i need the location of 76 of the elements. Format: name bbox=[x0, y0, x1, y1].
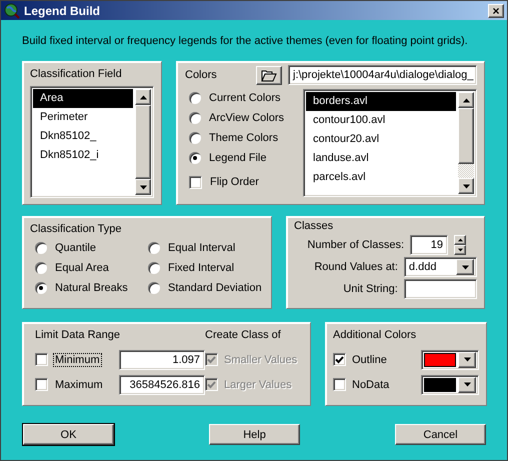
down-arrow-icon bbox=[464, 357, 470, 362]
group-title: Classification Type bbox=[30, 223, 123, 235]
list-item[interactable]: Perimeter bbox=[33, 108, 133, 127]
checkbox[interactable]: Minimum bbox=[35, 350, 101, 370]
checkbox[interactable]: NoData bbox=[333, 374, 390, 394]
list-box[interactable]: Area Perimeter Dkn85102_ Dkn85102_i bbox=[30, 86, 154, 198]
radio-button[interactable]: Equal Area bbox=[35, 258, 148, 278]
dialog-button[interactable]: OK bbox=[23, 424, 114, 445]
up-arrow-icon bbox=[462, 98, 470, 102]
radio-button[interactable]: Natural Breaks bbox=[35, 278, 148, 298]
scroll-thumb[interactable] bbox=[458, 108, 474, 164]
up-arrow-icon bbox=[458, 238, 462, 242]
down-arrow-icon bbox=[462, 184, 470, 188]
color-picker[interactable] bbox=[421, 374, 479, 394]
list-item[interactable]: Dkn85102_i bbox=[33, 146, 133, 165]
list-item[interactable]: borders.avl bbox=[306, 92, 456, 111]
down-arrow-icon bbox=[464, 382, 470, 387]
dropdown[interactable]: d.ddd bbox=[404, 257, 477, 277]
window-title: Legend Build bbox=[24, 4, 101, 18]
group-title: Limit Data Range bbox=[34, 329, 121, 343]
dropdown-arrow-button[interactable] bbox=[456, 259, 474, 275]
radio-button[interactable]: Standard Deviation bbox=[148, 278, 264, 298]
dropdown-arrow-button[interactable] bbox=[458, 376, 476, 392]
open-folder-button[interactable] bbox=[256, 66, 282, 84]
dialog-button[interactable]: Help bbox=[209, 424, 300, 445]
number-field[interactable]: 19 bbox=[410, 235, 448, 255]
radio-button[interactable]: Current Colors bbox=[189, 88, 297, 108]
list-item[interactable]: parcels.avl bbox=[306, 168, 456, 187]
scroll-down-button[interactable] bbox=[458, 178, 474, 194]
down-arrow-icon bbox=[462, 264, 468, 270]
radio-button[interactable]: Legend File bbox=[189, 148, 297, 168]
group-title: Colors bbox=[184, 69, 218, 81]
close-button[interactable]: × bbox=[488, 4, 504, 18]
radio-button[interactable]: Fixed Interval bbox=[148, 258, 264, 278]
radio-button[interactable]: Quantile bbox=[35, 238, 148, 258]
field-label: Round Values at: bbox=[313, 261, 398, 273]
checkbox[interactable]: Maximum bbox=[35, 374, 104, 394]
scroll-up-button[interactable] bbox=[458, 92, 474, 108]
list-item[interactable]: Area bbox=[33, 89, 133, 108]
list-item[interactable]: contour100.avl bbox=[306, 111, 456, 130]
down-arrow-icon bbox=[458, 248, 462, 252]
down-arrow-icon bbox=[140, 184, 146, 190]
dropdown-arrow-button[interactable] bbox=[458, 352, 476, 368]
scroll-thumb[interactable] bbox=[135, 105, 151, 179]
group-title: Classes bbox=[294, 220, 334, 232]
list-box[interactable]: borders.avl contour100.avl contour20.avl landuse.avl parcels.avl bbox=[303, 89, 477, 197]
folder-icon bbox=[261, 68, 277, 82]
scroll-down-button[interactable] bbox=[135, 179, 151, 195]
radio-button[interactable]: Theme Colors bbox=[189, 128, 297, 148]
radio-button[interactable]: ArcView Colors bbox=[189, 108, 297, 128]
value-field[interactable]: 36584526.816 bbox=[119, 374, 205, 394]
scrollbar[interactable] bbox=[458, 92, 474, 194]
field-label: Unit String: bbox=[342, 283, 398, 295]
description-text: Build fixed interval or frequency legends for the active themes (even for floating point grids). bbox=[22, 35, 469, 47]
dialog-button[interactable]: Cancel bbox=[395, 424, 486, 445]
checkbox[interactable]: Flip Order bbox=[189, 172, 297, 192]
group-title: Classification Field bbox=[30, 68, 123, 80]
value-field[interactable]: 1.097 bbox=[119, 350, 205, 370]
globe-icon bbox=[4, 2, 20, 18]
group-title: Create Class of bbox=[205, 329, 282, 343]
unit-string-field[interactable] bbox=[404, 279, 477, 299]
spin-up-button[interactable] bbox=[454, 235, 466, 245]
list-item[interactable]: Dkn85102_ bbox=[33, 127, 133, 146]
list-item[interactable]: contour20.avl bbox=[306, 130, 456, 149]
scroll-up-button[interactable] bbox=[135, 89, 151, 105]
field-label: Number of Classes: bbox=[306, 239, 404, 251]
list-item[interactable]: landuse.avl bbox=[306, 149, 456, 168]
path-field[interactable]: j:\projekte\10004ar4u\dialoge\dialog_ bbox=[288, 65, 477, 85]
radio-button[interactable]: Equal Interval bbox=[148, 238, 264, 258]
scroll-track[interactable] bbox=[458, 164, 474, 178]
spin-down-button[interactable] bbox=[454, 245, 466, 255]
scrollbar[interactable] bbox=[135, 89, 151, 195]
up-arrow-icon bbox=[140, 94, 146, 100]
checkbox[interactable]: Outline bbox=[333, 350, 387, 370]
group-title: Additional Colors bbox=[333, 329, 418, 343]
color-picker[interactable] bbox=[421, 350, 479, 370]
